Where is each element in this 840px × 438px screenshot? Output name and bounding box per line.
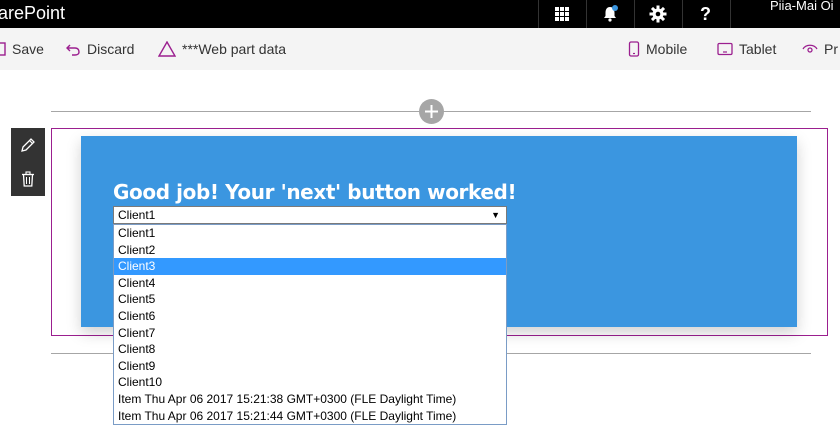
tablet-icon: [717, 42, 733, 56]
gear-icon: [649, 5, 666, 23]
user-name[interactable]: Piia-Mai Oi: [770, 0, 834, 28]
preview-label: Pr: [824, 41, 838, 57]
tablet-preview-button[interactable]: Tablet: [717, 28, 776, 70]
save-button[interactable]: Save: [0, 28, 44, 70]
dropdown-option[interactable]: Item Thu Apr 06 2017 15:21:44 GMT+0300 (…: [114, 408, 506, 425]
trash-icon: [22, 171, 34, 187]
bell-icon: [603, 5, 618, 22]
dropdown-option[interactable]: Item Thu Apr 06 2017 15:21:38 GMT+0300 (…: [114, 391, 506, 408]
mobile-label: Mobile: [646, 41, 688, 57]
eye-icon: [802, 44, 818, 53]
app-title[interactable]: arePoint: [0, 0, 65, 28]
app-launcher-button[interactable]: [538, 0, 584, 28]
dropdown-option[interactable]: Client1: [114, 225, 506, 242]
dropdown-option[interactable]: Client8: [114, 341, 506, 358]
add-webpart-button[interactable]: [419, 99, 444, 124]
save-label: Save: [12, 41, 44, 57]
dropdown-option[interactable]: Client5: [114, 291, 506, 308]
plus-icon: [425, 105, 438, 118]
client-select[interactable]: Client1 ▼: [113, 206, 507, 224]
client-select-value: Client1: [118, 208, 156, 222]
suite-bar: arePoint ? Piia-Mai Oi: [0, 0, 840, 28]
undo-icon: [66, 44, 80, 56]
waffle-icon: [554, 7, 569, 21]
help-button[interactable]: ?: [682, 0, 728, 28]
edit-webpart-button[interactable]: [11, 128, 45, 162]
dropdown-option[interactable]: Client9: [114, 358, 506, 375]
discard-button[interactable]: Discard: [65, 28, 134, 70]
webpart-toolbox: [11, 128, 45, 196]
client-dropdown-list: Client1 Client2 Client3 Client4 Client5 …: [113, 224, 507, 425]
preview-button[interactable]: Pr: [802, 28, 838, 70]
discard-label: Discard: [87, 41, 135, 57]
webpart-title: Good job! Your 'next' button worked!: [113, 180, 517, 204]
pencil-icon: [21, 138, 35, 152]
webpart-data-label: ***Web part data: [182, 41, 287, 57]
dropdown-arrow-icon: ▼: [491, 210, 500, 220]
settings-button[interactable]: [634, 0, 680, 28]
dropdown-option[interactable]: Client4: [114, 275, 506, 292]
notifications-button[interactable]: [586, 0, 632, 28]
save-icon: [0, 42, 6, 56]
dropdown-option[interactable]: Client10: [114, 374, 506, 391]
delete-webpart-button[interactable]: [11, 162, 45, 196]
help-icon: ?: [700, 3, 711, 24]
tablet-label: Tablet: [739, 41, 777, 57]
mobile-icon: [628, 41, 640, 57]
dropdown-option[interactable]: Client6: [114, 308, 506, 325]
command-bar: Save Discard ***Web part data Mobile Tab…: [0, 28, 840, 70]
mobile-preview-button[interactable]: Mobile: [628, 28, 687, 70]
webpart-data-button[interactable]: ***Web part data: [158, 28, 286, 70]
dropdown-option-highlighted[interactable]: Client3: [114, 258, 506, 275]
dropdown-option[interactable]: Client2: [114, 242, 506, 259]
dropdown-option[interactable]: Client7: [114, 325, 506, 342]
warning-triangle-icon: [158, 41, 176, 57]
